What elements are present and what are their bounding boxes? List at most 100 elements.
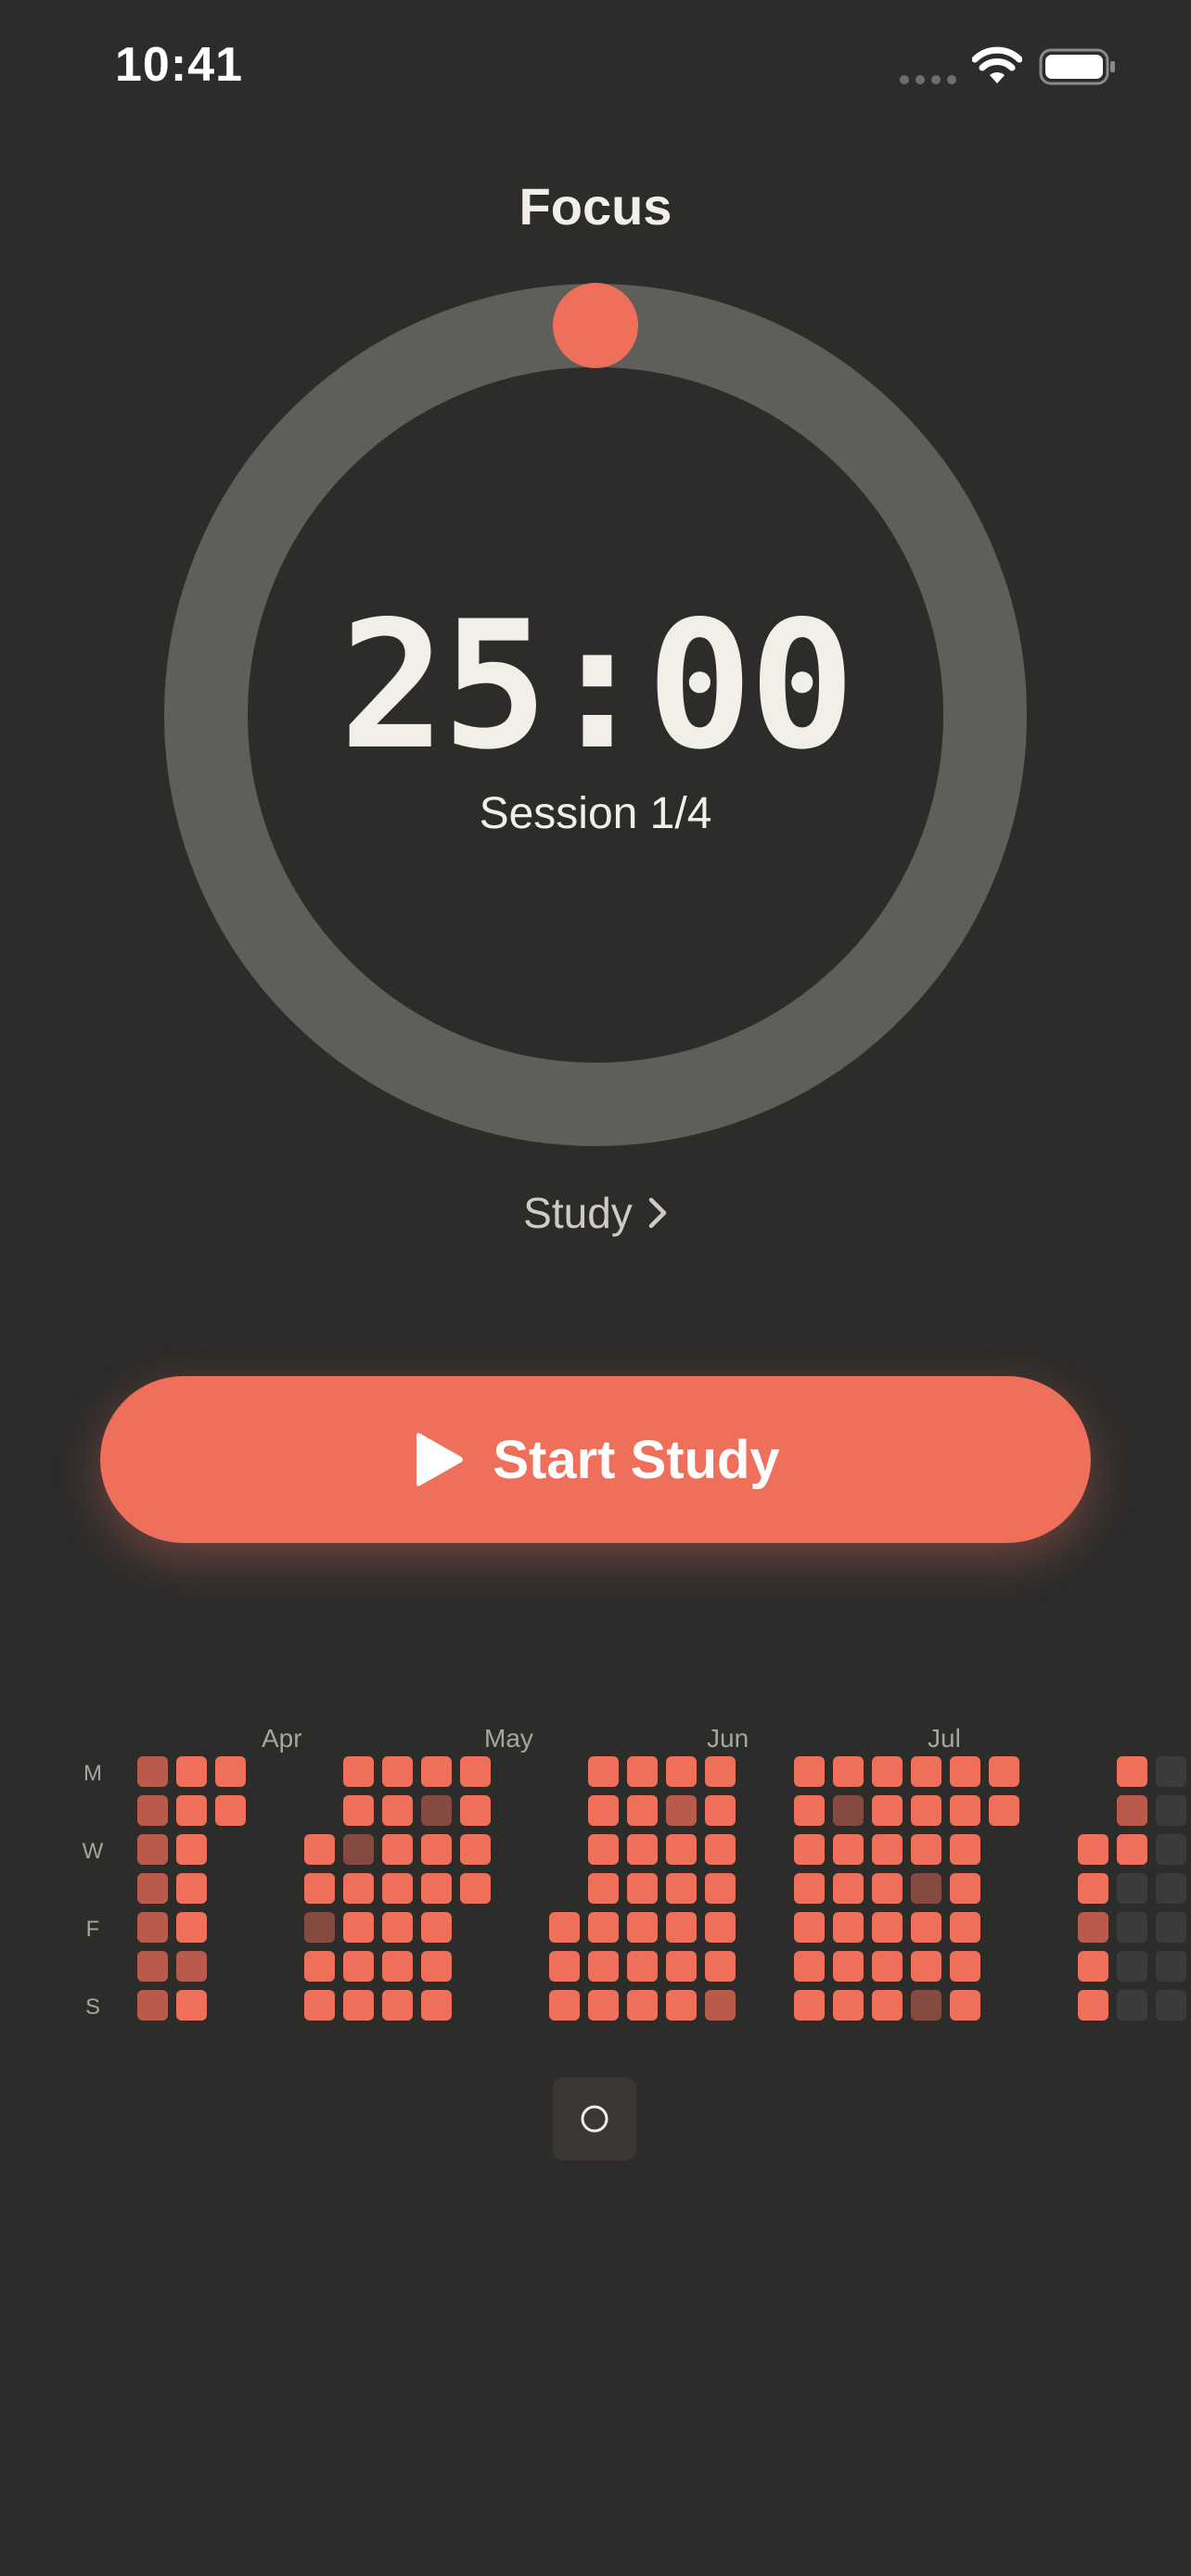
heatmap-cell <box>588 1873 619 1904</box>
heatmap-cell <box>794 1873 825 1904</box>
heatmap-cell <box>215 1756 246 1787</box>
heatmap-cell <box>872 1834 903 1865</box>
heatmap-cell <box>794 1756 825 1787</box>
heatmap-cell <box>1117 1795 1147 1826</box>
heatmap-cell <box>911 1756 941 1787</box>
heatmap-cell <box>343 1951 374 1982</box>
heatmap-cell <box>1156 1795 1186 1826</box>
heatmap-cell <box>666 1951 697 1982</box>
heatmap-cell <box>460 1756 491 1787</box>
heatmap-cell <box>421 1795 452 1826</box>
heatmap-cell <box>950 1990 980 2021</box>
heatmap-cell <box>460 1795 491 1826</box>
heatmap-cell <box>911 1795 941 1826</box>
heatmap-cell <box>382 1795 413 1826</box>
heatmap-cell <box>549 1951 580 1982</box>
heatmap-cell <box>1078 1990 1108 2021</box>
heatmap-cell <box>176 1756 207 1787</box>
heatmap-cell <box>421 1912 452 1943</box>
home-button[interactable] <box>553 2077 636 2161</box>
heatmap-cell <box>1156 1951 1186 1982</box>
heatmap-cell <box>382 1951 413 1982</box>
heatmap-cell <box>627 1756 658 1787</box>
wifi-icon <box>972 46 1022 83</box>
heatmap-cell <box>137 1756 168 1787</box>
heatmap-cell <box>137 1834 168 1865</box>
heatmap-cell <box>794 1834 825 1865</box>
heatmap-cell <box>872 1756 903 1787</box>
heatmap-cell <box>343 1795 374 1826</box>
heatmap-cell <box>705 1990 736 2021</box>
heatmap-cell <box>1156 1834 1186 1865</box>
heatmap-month-label: May <box>484 1724 533 1753</box>
heatmap-cell <box>989 1795 1019 1826</box>
heatmap-cell <box>176 1873 207 1904</box>
heatmap-cell <box>627 1951 658 1982</box>
heatmap-cell <box>989 1756 1019 1787</box>
heatmap-cell <box>950 1951 980 1982</box>
heatmap-cell <box>794 1990 825 2021</box>
heatmap-cell <box>421 1756 452 1787</box>
heatmap-month-label: Jun <box>707 1724 749 1753</box>
timer-progress-knob <box>553 283 638 368</box>
heatmap-cell <box>1156 1912 1186 1943</box>
heatmap-cell <box>304 1873 335 1904</box>
heatmap-cell <box>343 1834 374 1865</box>
heatmap-cell <box>872 1912 903 1943</box>
status-time: 10:41 <box>115 38 243 92</box>
heatmap-cell <box>215 1795 246 1826</box>
heatmap-cell <box>627 1795 658 1826</box>
heatmap-cell <box>627 1990 658 2021</box>
heatmap-cell <box>343 1756 374 1787</box>
heatmap-cell <box>304 1990 335 2021</box>
mode-selector[interactable]: Study <box>501 1185 690 1241</box>
heatmap-cell <box>1078 1951 1108 1982</box>
heatmap-cell <box>1156 1756 1186 1787</box>
heatmap-cell <box>872 1795 903 1826</box>
heatmap-cell <box>304 1834 335 1865</box>
heatmap-month-label: Jul <box>928 1724 961 1753</box>
heatmap-cell <box>137 1873 168 1904</box>
heatmap-cell <box>1156 1990 1186 2021</box>
heatmap-cell <box>421 1990 452 2021</box>
heatmap-cell <box>382 1834 413 1865</box>
heatmap-cell <box>950 1912 980 1943</box>
heatmap-cell <box>705 1795 736 1826</box>
heatmap-cell <box>460 1834 491 1865</box>
heatmap-day-label: W <box>83 1839 104 1864</box>
heatmap-cell <box>304 1951 335 1982</box>
heatmap-cell <box>549 1912 580 1943</box>
heatmap-cell <box>382 1912 413 1943</box>
heatmap-cell <box>176 1795 207 1826</box>
heatmap-cell <box>343 1990 374 2021</box>
heatmap-cell <box>588 1912 619 1943</box>
heatmap-cell <box>588 1756 619 1787</box>
page-title: Focus <box>519 177 672 236</box>
heatmap-cell <box>382 1990 413 2021</box>
heatmap-cell <box>911 1873 941 1904</box>
heatmap-cell <box>833 1795 864 1826</box>
heatmap-cell <box>176 1834 207 1865</box>
heatmap-cell <box>627 1834 658 1865</box>
heatmap-cell <box>666 1756 697 1787</box>
heatmap-cell <box>872 1951 903 1982</box>
heatmap-cell <box>588 1834 619 1865</box>
heatmap-cell <box>794 1795 825 1826</box>
heatmap-cell <box>950 1756 980 1787</box>
heatmap-cell <box>1117 1873 1147 1904</box>
cellular-icon <box>900 72 963 89</box>
heatmap-cell <box>176 1951 207 1982</box>
heatmap-cell <box>1078 1834 1108 1865</box>
heatmap-day-label: M <box>83 1761 102 1786</box>
heatmap-cell <box>304 1912 335 1943</box>
timer-display: 25:00 <box>339 583 855 788</box>
session-label: Session 1/4 <box>479 789 712 838</box>
heatmap-cell <box>421 1951 452 1982</box>
heatmap-cell <box>872 1990 903 2021</box>
heatmap-cell <box>137 1990 168 2021</box>
start-study-button[interactable]: Start Study <box>100 1376 1091 1543</box>
heatmap-cell <box>588 1795 619 1826</box>
battery-icon <box>1039 48 1115 85</box>
heatmap-cell <box>137 1795 168 1826</box>
heatmap-cell <box>950 1834 980 1865</box>
